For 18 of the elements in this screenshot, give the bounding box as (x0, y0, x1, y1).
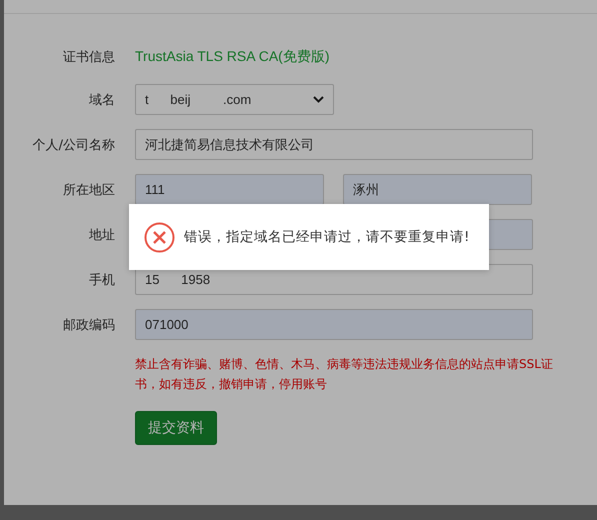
field-label: 地址 (88, 226, 116, 244)
input-field[interactable]: 河北捷简易信息技术有限公司 (135, 129, 533, 160)
input-field[interactable]: 涿州 (343, 174, 532, 205)
chevron-down-icon (313, 96, 324, 103)
domain-select[interactable]: t beij .com (135, 84, 334, 115)
error-icon (144, 222, 175, 252)
field-label: 所在地区 (62, 182, 116, 198)
field-label: 手机 (88, 272, 116, 288)
field-label: 邮政编码 (62, 316, 116, 334)
error-message: 错误，指定域名已经申请过，请不要重复申请! (184, 228, 470, 246)
input-field[interactable]: 111 (135, 174, 324, 205)
input-field[interactable]: 071000 (135, 309, 533, 340)
field-label: 证书信息 (62, 49, 116, 66)
field-label: 域名 (88, 92, 116, 108)
submit-button[interactable]: 提交资料 (135, 411, 217, 445)
warning-text: 禁止含有诈骗、赌博、色情、木马、病毒等违法违规业务信息的站点申请SSL证书，如有违反，撤销申请，停用账号 (135, 356, 554, 393)
certificate-name: TrustAsia TLS RSA CA(免费版) (135, 48, 330, 66)
field-label: 个人/公司名称 (32, 136, 116, 154)
